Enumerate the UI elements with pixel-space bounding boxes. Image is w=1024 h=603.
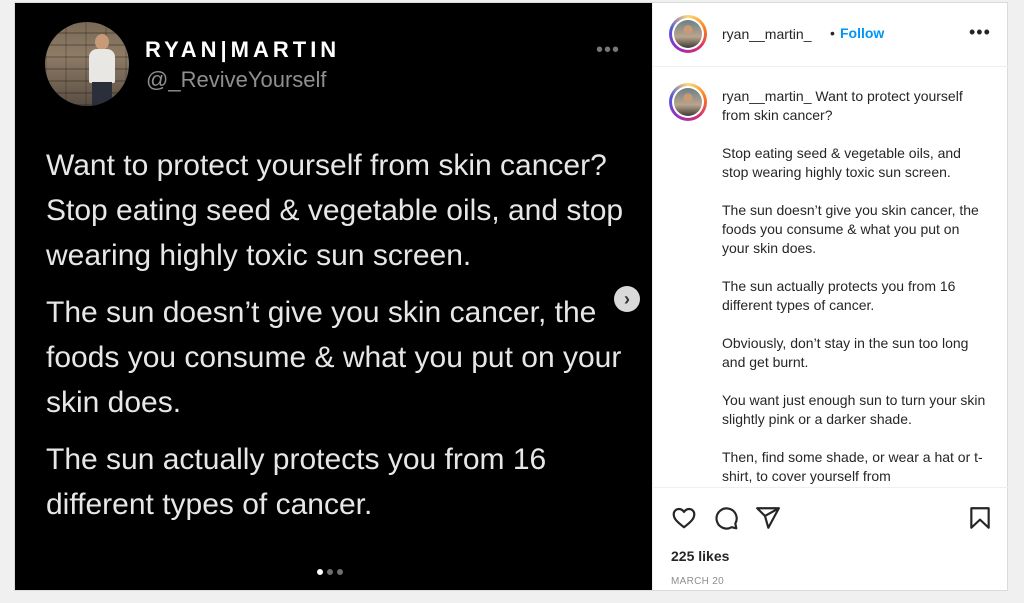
caption-text: ryan__martin_ Want to protect yourself f… [722, 87, 990, 486]
comment-icon[interactable] [713, 505, 739, 531]
post-date[interactable]: MARCH 20 [671, 576, 724, 587]
next-slide-button[interactable]: › [614, 286, 640, 312]
post-details-panel: ryan__martin_ • Follow ••• ryan__martin_… [652, 3, 1008, 590]
tweet-paragraph: The sun actually protects you from 16 di… [46, 443, 547, 521]
caption-username[interactable]: ryan__martin_ [722, 88, 812, 104]
caption-paragraph: Stop eating seed & vegetable oils, and s… [722, 145, 961, 180]
caption-paragraph: Obviously, don’t stay in the sun too lon… [722, 335, 969, 370]
tweet-more-icon: ••• [596, 39, 621, 61]
more-options-icon[interactable]: ••• [969, 22, 991, 43]
caption-paragraph: ryan__martin_ Want to protect yourself f… [722, 87, 990, 125]
carousel-dot [327, 569, 333, 575]
tweet-avatar [45, 22, 129, 106]
carousel-dot [337, 569, 343, 575]
follow-button[interactable]: Follow [840, 25, 884, 41]
caption-section: ryan__martin_ Want to protect yourself f… [653, 67, 1008, 486]
username-link[interactable]: ryan__martin_ [722, 26, 812, 42]
carousel-indicator [317, 569, 343, 575]
carousel-dot [317, 569, 323, 575]
tweet-author-name: RYAN|MARTIN [145, 37, 341, 62]
caption-paragraph: You want just enough sun to turn your sk… [722, 392, 986, 427]
chevron-right-icon: › [624, 289, 630, 309]
tweet-body: Want to protect yourself from skin cance… [46, 143, 626, 539]
share-icon[interactable] [755, 505, 781, 531]
caption-paragraph: Then, find some shade, or wear a hat or … [722, 449, 983, 484]
post-image[interactable]: RYAN|MARTIN @_ReviveYourself ••• Want to… [15, 3, 652, 590]
like-count[interactable]: 225 likes [671, 548, 729, 564]
instagram-post-modal: RYAN|MARTIN @_ReviveYourself ••• Want to… [14, 2, 1008, 591]
caption-avatar[interactable] [669, 83, 707, 121]
caption-paragraph: The sun doesn’t give you skin cancer, th… [722, 202, 979, 256]
separator-dot: • [830, 25, 835, 41]
tweet-paragraph: The sun doesn’t give you skin cancer, th… [46, 296, 622, 419]
bookmark-icon[interactable] [967, 505, 993, 531]
caption-paragraph: The sun actually protects you from 16 di… [722, 278, 956, 313]
action-bar: 225 likes MARCH 20 [653, 487, 1008, 591]
avatar[interactable] [669, 15, 707, 53]
tweet-author-handle: @_ReviveYourself [146, 67, 327, 92]
post-header: ryan__martin_ • Follow ••• [653, 3, 1008, 67]
heart-icon[interactable] [671, 505, 697, 531]
tweet-paragraph: Want to protect yourself from skin cance… [46, 149, 624, 272]
